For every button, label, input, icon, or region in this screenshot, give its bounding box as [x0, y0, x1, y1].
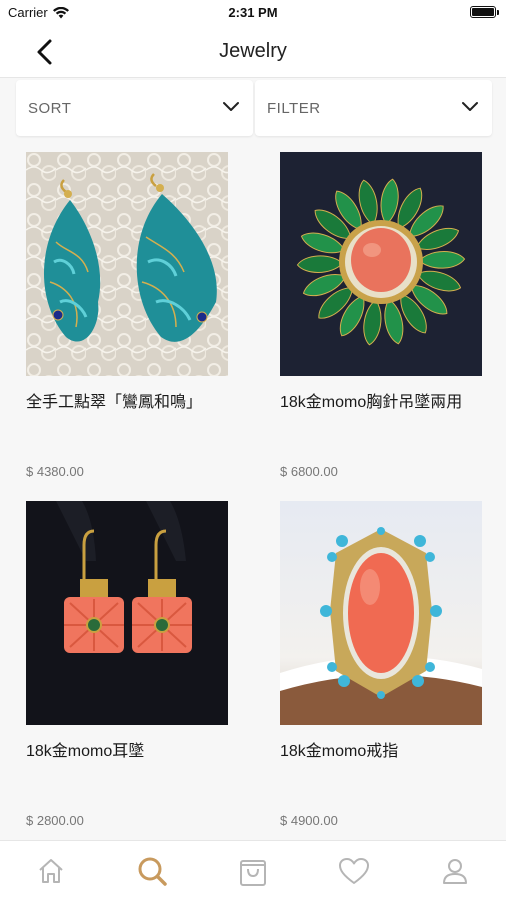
product-image[interactable]	[26, 501, 228, 725]
filter-dropdown[interactable]: FILTER	[255, 80, 492, 136]
sort-label: SORT	[28, 100, 72, 117]
product-price: $ 4380.00	[26, 464, 84, 479]
search-icon	[138, 857, 167, 886]
sort-filter-bar: SORT FILTER	[16, 80, 492, 136]
product-image[interactable]	[26, 152, 228, 376]
tab-home[interactable]	[31, 851, 71, 891]
page-title: Jewelry	[219, 40, 287, 62]
filter-label: FILTER	[267, 100, 321, 117]
chevron-down-icon	[462, 102, 478, 111]
product-card[interactable]: 全手工點翠「鸞鳳和鳴」 $ 4380.00	[26, 152, 228, 479]
product-name: 18k金momo戒指	[280, 743, 399, 760]
battery-icon	[470, 6, 499, 18]
chevron-down-icon	[223, 102, 239, 111]
tab-search[interactable]	[132, 851, 172, 891]
product-card[interactable]: 18k金momo戒指 $ 4900.00	[280, 501, 482, 828]
sort-dropdown[interactable]: SORT	[16, 80, 253, 136]
heart-icon	[339, 857, 370, 884]
product-price: $ 4900.00	[280, 813, 338, 828]
tab-profile[interactable]	[435, 851, 475, 891]
status-bar: Carrier 2:31 PM	[0, 0, 506, 26]
product-name: 18k金momo胸針吊墜兩用	[280, 394, 463, 411]
product-price: $ 2800.00	[26, 813, 84, 828]
shopping-bag-icon	[239, 859, 266, 886]
user-icon	[443, 858, 468, 884]
status-time: 2:31 PM	[228, 5, 278, 20]
product-image[interactable]	[280, 152, 482, 376]
product-price: $ 6800.00	[280, 464, 338, 479]
product-name: 18k金momo耳墜	[26, 743, 145, 760]
tab-favorites[interactable]	[334, 851, 374, 891]
product-card[interactable]: 18k金momo胸針吊墜兩用 $ 6800.00	[280, 152, 482, 479]
product-image[interactable]	[280, 501, 482, 725]
product-card[interactable]: 18k金momo耳墜 $ 2800.00	[26, 501, 228, 828]
nav-bar: Jewelry	[0, 26, 506, 78]
tab-bar	[0, 840, 506, 900]
home-icon	[38, 858, 63, 883]
product-grid: 全手工點翠「鸞鳳和鳴」 $ 4380.00 18k金momo胸針吊墜兩用 $ 6…	[26, 152, 482, 828]
battery-fill	[472, 8, 494, 16]
product-name: 全手工點翠「鸞鳳和鳴」	[26, 394, 203, 411]
tab-cart[interactable]	[233, 851, 273, 891]
